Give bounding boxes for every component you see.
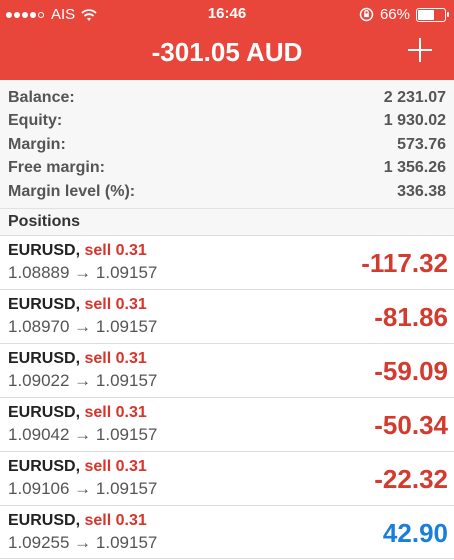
status-right: 66% xyxy=(359,6,449,23)
position-prices: 1.09255 → 1.09157 xyxy=(8,532,158,552)
position-row[interactable]: EURUSD, sell 0.31 1.09042 → 1.09157 -50.34 xyxy=(0,396,454,451)
summary-value: 2 231.07 xyxy=(383,88,446,106)
position-row[interactable]: EURUSD, sell 0.31 1.09255 → 1.09157 42.90 xyxy=(0,504,454,559)
top-bar: AIS 16:46 66% -301.05 AUD xyxy=(0,0,454,80)
position-row[interactable]: EURUSD, sell 0.31 1.09106 → 1.09157 -22.32 xyxy=(0,450,454,505)
rotation-lock-icon xyxy=(359,7,374,22)
position-symbol: EURUSD, xyxy=(8,349,81,367)
position-profit: -22.32 xyxy=(374,463,448,494)
position-profit: -50.34 xyxy=(374,409,448,440)
summary-label: Balance: xyxy=(8,88,75,106)
summary-value: 1 356.26 xyxy=(383,159,446,177)
position-type: sell 0.31 xyxy=(84,241,147,259)
summary-row: Free margin: 1 356.26 xyxy=(8,157,446,181)
summary-value: 336.38 xyxy=(397,182,446,200)
position-profit: -81.86 xyxy=(374,301,448,332)
summary-row: Margin level (%): 336.38 xyxy=(8,180,446,204)
summary-row: Margin: 573.76 xyxy=(8,133,446,157)
position-symbol: EURUSD, xyxy=(8,403,81,421)
battery-icon xyxy=(416,7,449,22)
position-type: sell 0.31 xyxy=(84,403,147,421)
position-symbol: EURUSD, xyxy=(8,511,81,529)
positions-header: Positions xyxy=(0,208,454,235)
positions-list: EURUSD, sell 0.31 1.08889 → 1.09157 -117.3… xyxy=(0,234,454,559)
summary-row: Equity: 1 930.02 xyxy=(8,110,446,134)
summary-row: Balance: 2 231.07 xyxy=(8,86,446,110)
position-profit: -59.09 xyxy=(374,355,448,386)
position-title: EURUSD, sell 0.31 xyxy=(8,510,446,532)
summary-label: Free margin: xyxy=(8,159,105,177)
position-type: sell 0.31 xyxy=(84,349,147,367)
account-summary: Balance: 2 231.07 Equity: 1 930.02 Margin: 57… xyxy=(0,80,454,209)
position-profit: -117.32 xyxy=(361,247,448,278)
position-type: sell 0.31 xyxy=(84,511,147,529)
page-title: -301.05 AUD xyxy=(151,37,303,67)
battery-percent: 66% xyxy=(379,6,410,23)
plus-icon[interactable] xyxy=(408,38,432,62)
position-symbol: EURUSD, xyxy=(8,241,81,259)
summary-label: Margin level (%): xyxy=(8,182,136,200)
position-type: sell 0.31 xyxy=(84,457,147,475)
title-row: -301.05 AUD xyxy=(0,28,454,80)
position-type: sell 0.31 xyxy=(84,295,147,313)
position-row[interactable]: EURUSD, sell 0.31 1.08970 → 1.09157 -81.86 xyxy=(0,288,454,343)
position-row[interactable]: EURUSD, sell 0.31 1.08889 → 1.09157 -117.3… xyxy=(0,234,454,289)
battery-level-fill xyxy=(418,9,435,20)
summary-label: Margin: xyxy=(8,135,66,153)
position-profit: 42.90 xyxy=(382,517,448,548)
summary-label: Equity: xyxy=(8,112,63,130)
summary-value: 1 930.02 xyxy=(383,112,446,130)
position-symbol: EURUSD, xyxy=(8,457,81,475)
position-row[interactable]: EURUSD, sell 0.31 1.09022 → 1.09157 -59.09 xyxy=(0,342,454,397)
summary-value: 573.76 xyxy=(397,135,446,153)
status-bar: AIS 16:46 66% xyxy=(0,0,454,28)
position-symbol: EURUSD, xyxy=(8,295,81,313)
